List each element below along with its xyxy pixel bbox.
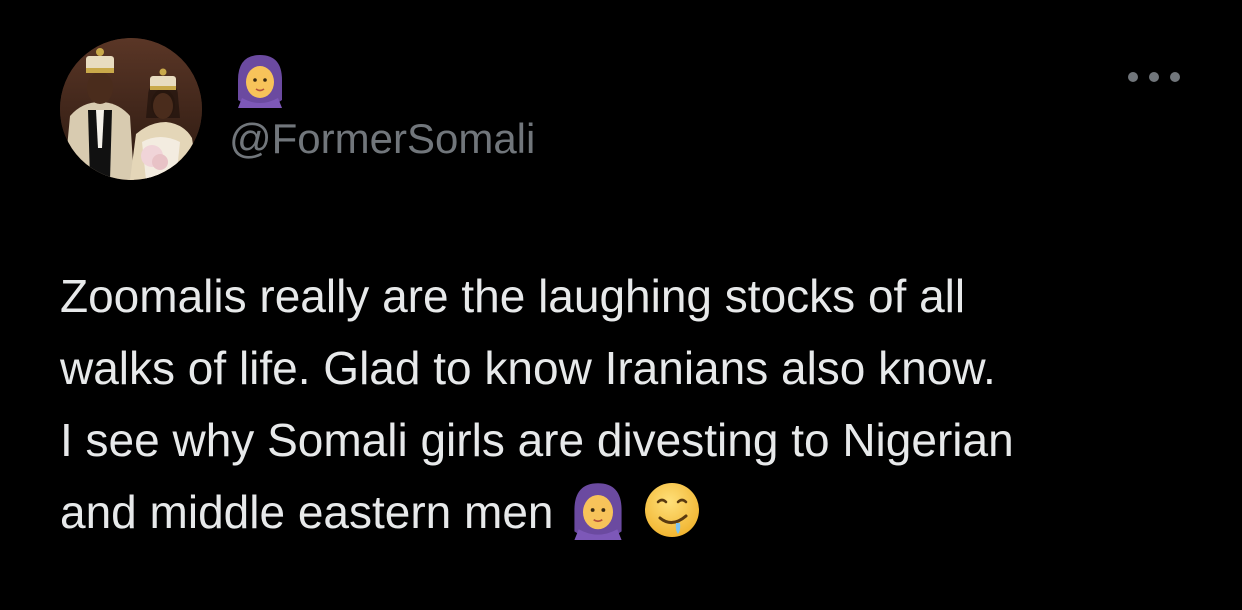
more-dot <box>1128 72 1138 82</box>
tweet[interactable]: @FormerSomali Zoomalis really are the la… <box>0 0 1242 610</box>
woman-with-headscarf-emoji <box>234 52 286 108</box>
tweet-text-segment: and middle eastern men <box>60 486 554 538</box>
tweet-text: Zoomalis really are the laughing stocks … <box>60 260 1200 548</box>
woman-with-headscarf-emoji <box>568 480 628 540</box>
tweet-text-line: I see why Somali girls are divesting to … <box>60 414 1014 466</box>
tweet-text-line-last: and middle eastern men <box>60 476 1200 548</box>
more-dot <box>1170 72 1180 82</box>
tweet-text-line: walks of life. Glad to know Iranians als… <box>60 342 996 394</box>
more-dot <box>1149 72 1159 82</box>
more-options-icon[interactable] <box>1128 64 1180 90</box>
avatar[interactable] <box>60 38 202 180</box>
drooling-face-emoji <box>642 480 702 540</box>
tweet-text-line: Zoomalis really are the laughing stocks … <box>60 270 966 322</box>
author-handle[interactable]: @FormerSomali <box>229 114 535 164</box>
